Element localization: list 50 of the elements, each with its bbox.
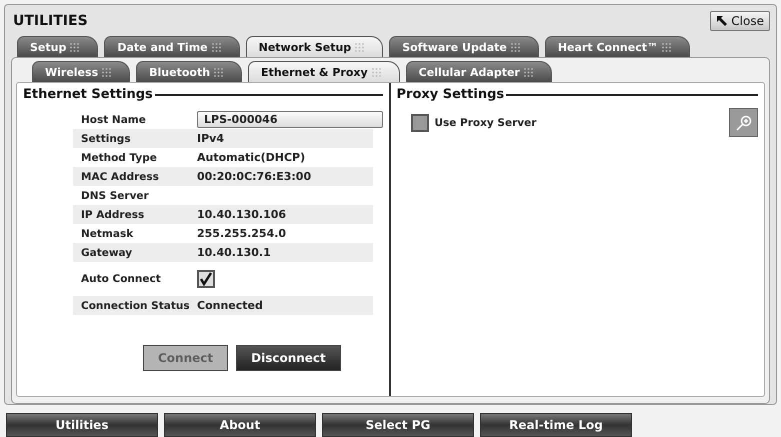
field-label: Connection Status [81,300,191,312]
nav-button[interactable]: About [164,413,316,437]
checkbox-label: Use Proxy Server [434,116,536,128]
grip-icon [510,42,520,52]
tab[interactable]: Cellular Adapter [406,61,552,82]
field-value: Automatic(DHCP) [197,151,306,164]
field-value: 00:20:0C:76:E3:00 [197,170,312,183]
grip-icon [70,42,80,52]
tab[interactable]: Date and Time [104,36,240,57]
tab[interactable]: Ethernet & Proxy [248,61,400,82]
field-value: 255.255.254.0 [197,227,288,240]
tab[interactable]: Network Setup [246,36,384,57]
tab[interactable]: Heart Connect™ [544,36,690,57]
field-label: MAC Address [81,170,160,182]
nav-button[interactable]: Select PG [322,413,474,437]
close-button[interactable]: Close [710,11,770,31]
cursor-arrow-icon [716,15,728,27]
field-label: Gateway [81,246,134,258]
field-label: Settings [81,132,132,144]
field-value: 10.40.130.1 [197,246,272,259]
field-label: Host Name [81,114,147,126]
grip-icon [662,42,671,52]
action-button[interactable]: Disconnect [236,345,341,371]
grip-icon [524,68,533,76]
tab[interactable]: Setup [17,36,98,57]
grip-icon [372,68,381,76]
grip-icon [214,68,224,76]
zoom-icon [734,114,752,132]
nav-button[interactable]: Real-time Log [480,413,632,437]
field-label: Method Type [81,152,158,164]
host-name-field[interactable]: LPS-000046 [197,111,383,128]
checkbox[interactable] [410,114,428,132]
tab[interactable]: Wireless [32,61,130,82]
field-value: Connected [197,299,264,312]
nav-button[interactable]: Utilities [6,413,158,437]
tab[interactable]: Software Update [389,36,539,57]
field-label: Auto Connect [81,273,162,285]
field-label: DNS Server [81,190,150,202]
tab[interactable]: Bluetooth [136,61,242,82]
section-title: Proxy Settings [396,87,504,102]
grip-icon [212,42,221,52]
field-label: IP Address [81,208,146,220]
field-label: Netmask [81,228,134,240]
grip-icon [102,68,112,76]
window-title: UTILITIES [13,13,88,29]
grip-icon [355,42,364,52]
checkbox[interactable] [197,270,215,288]
field-value: 10.40.130.106 [197,208,288,221]
field-value: IPv4 [197,132,225,145]
section-title: Ethernet Settings [23,87,153,102]
